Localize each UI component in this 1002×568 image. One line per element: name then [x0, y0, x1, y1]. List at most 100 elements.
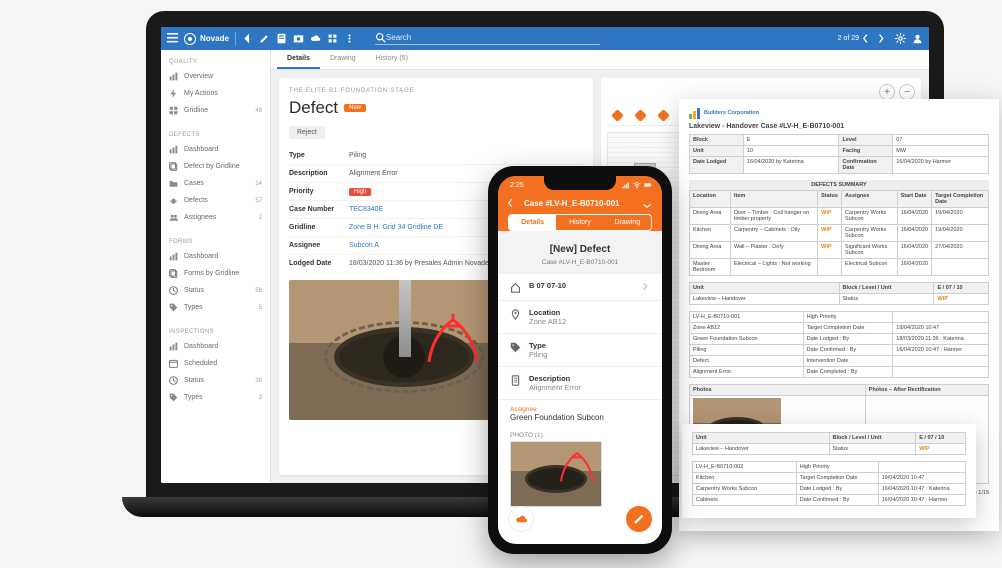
tab-drawing[interactable]: Drawing [320, 50, 366, 69]
tab-history[interactable]: History (5) [366, 50, 418, 69]
detail-key: Type [289, 152, 349, 159]
search-input[interactable] [386, 33, 600, 42]
sidebar-item-count: 48 [255, 108, 262, 114]
phone-time: 2:25 [510, 182, 524, 189]
detail-value: Subcon A [349, 242, 379, 249]
reject-button[interactable]: Reject [289, 126, 325, 139]
grid-icon [169, 106, 178, 115]
phone-tab-drawing[interactable]: Drawing [604, 215, 651, 230]
page-title: Defect [289, 98, 338, 118]
calendar-icon [169, 359, 178, 368]
sidebar-item-label: Gridline [184, 107, 208, 114]
sidebar-item-cases[interactable]: Cases 14 [161, 175, 270, 192]
detail-value: High [349, 188, 371, 195]
sidebar-item-label: Status [184, 287, 204, 294]
apps-icon[interactable] [327, 33, 338, 44]
edit-icon[interactable] [259, 33, 270, 44]
defects-summary-header: DEFECTS SUMMARY [689, 180, 989, 190]
back-icon[interactable] [242, 33, 253, 44]
sidebar-group-title: INSPECTIONS [161, 324, 270, 338]
gear-icon[interactable] [895, 33, 906, 44]
sidebar-item-overview[interactable]: Overview [161, 68, 270, 85]
chevron-right-icon [641, 282, 650, 291]
sidebar-item-label: Dashboard [184, 146, 218, 153]
phone-row-description[interactable]: DescriptionAlignment Error [498, 367, 662, 400]
annotation-mark-icon [557, 448, 597, 488]
cloud-upload-icon[interactable] [310, 33, 321, 44]
sidebar-item-dashboard[interactable]: Dashboard [161, 248, 270, 265]
home-icon [510, 282, 521, 293]
detail-value: TEC8340E [349, 206, 383, 213]
report-detail-unit: LV-H_E-B0710-001High PriorityZone AB12Ta… [689, 311, 989, 378]
phone-row-b-07-07-10[interactable]: B 07 07-10 [498, 274, 662, 301]
detail-key: Description [289, 170, 349, 177]
wifi-icon [633, 181, 641, 189]
sidebar-item-gridline[interactable]: Gridline 48 [161, 102, 270, 119]
zoom-in-button[interactable]: + [879, 84, 895, 100]
phone-photo-thumb[interactable] [510, 441, 602, 507]
camera-icon[interactable] [293, 33, 304, 44]
tab-bar: DetailsDrawingHistory (5) [271, 50, 929, 70]
sidebar-item-count: 57 [255, 198, 262, 204]
phone-tab-history[interactable]: History [556, 215, 603, 230]
sidebar-group-title: FORMS [161, 234, 270, 248]
next-icon[interactable] [878, 33, 889, 44]
menu-icon[interactable] [167, 33, 178, 44]
brand-label: Novade [200, 34, 229, 43]
report-meta-table: BlockELevel07Unit10FacingMWDate Lodged16… [689, 134, 989, 174]
sidebar-item-types[interactable]: Types 3 [161, 389, 270, 406]
sidebar-item-label: Status [184, 377, 204, 384]
sidebar-item-status[interactable]: Status 58 [161, 282, 270, 299]
report-page-2: UnitBlock / Level / UnitE / 07 / 10 Lake… [682, 424, 976, 518]
search-box[interactable] [375, 32, 600, 45]
phone-notch [544, 176, 616, 190]
sync-button[interactable] [508, 506, 534, 532]
sidebar-item-count: 14 [255, 181, 262, 187]
sidebar-item-forms-by-gridline[interactable]: Forms by Gridline [161, 265, 270, 282]
tab-details[interactable]: Details [277, 50, 320, 69]
copy-icon [169, 269, 178, 278]
sidebar-item-dashboard[interactable]: Dashboard [161, 141, 270, 158]
phone-tab-details[interactable]: Details [509, 215, 556, 230]
sidebar-item-dashboard[interactable]: Dashboard [161, 338, 270, 355]
phone-detail-list[interactable]: B 07 07-10 LocationZone AB12 TypePiling … [498, 274, 662, 544]
tag-icon [169, 303, 178, 312]
tag-icon [510, 342, 521, 353]
detail-key: Assignee [289, 242, 349, 249]
sidebar-item-scheduled[interactable]: Scheduled [161, 355, 270, 372]
phone-row-location[interactable]: LocationZone AB12 [498, 301, 662, 334]
detail-key: Lodged Date [289, 260, 349, 267]
pin-icon [510, 309, 521, 320]
collapse-icon[interactable] [642, 198, 652, 208]
chart-icon [169, 342, 178, 351]
doc-icon [510, 375, 521, 386]
sidebar-item-label: Types [184, 304, 203, 311]
sidebar-item-label: Overview [184, 73, 213, 80]
sidebar-item-count: 5 [259, 305, 262, 311]
battery-icon [644, 181, 652, 189]
topbar: Novade 2 of 29 [161, 27, 929, 50]
sidebar-group-title: QUALITY [161, 54, 270, 68]
sidebar-item-count: 2 [259, 215, 262, 221]
edit-fab[interactable] [626, 506, 652, 532]
sidebar-item-defect-by-gridline[interactable]: Defect by Gridline [161, 158, 270, 175]
page-indicator: 2 of 29 [838, 35, 859, 42]
sidebar-item-types[interactable]: Types 5 [161, 299, 270, 316]
prev-icon[interactable] [863, 33, 874, 44]
avatar-icon[interactable] [912, 33, 923, 44]
sidebar-item-my-actions[interactable]: My Actions [161, 85, 270, 102]
phone-row-type[interactable]: TypePiling [498, 334, 662, 367]
sidebar-item-status[interactable]: Status 39 [161, 372, 270, 389]
sidebar-item-label: Dashboard [184, 253, 218, 260]
back-icon[interactable] [508, 198, 518, 208]
zoom-out-button[interactable]: − [899, 84, 915, 100]
sidebar-item-assignees[interactable]: Assignees 2 [161, 209, 270, 226]
defect-photo[interactable] [289, 280, 519, 420]
tag-icon [169, 393, 178, 402]
note-icon[interactable] [276, 33, 287, 44]
more-icon[interactable] [344, 33, 355, 44]
sidebar-group-title: DEFECTS [161, 127, 270, 141]
detail-key: Priority [289, 188, 349, 195]
copy-icon [169, 162, 178, 171]
sidebar-item-defects[interactable]: Defects 57 [161, 192, 270, 209]
